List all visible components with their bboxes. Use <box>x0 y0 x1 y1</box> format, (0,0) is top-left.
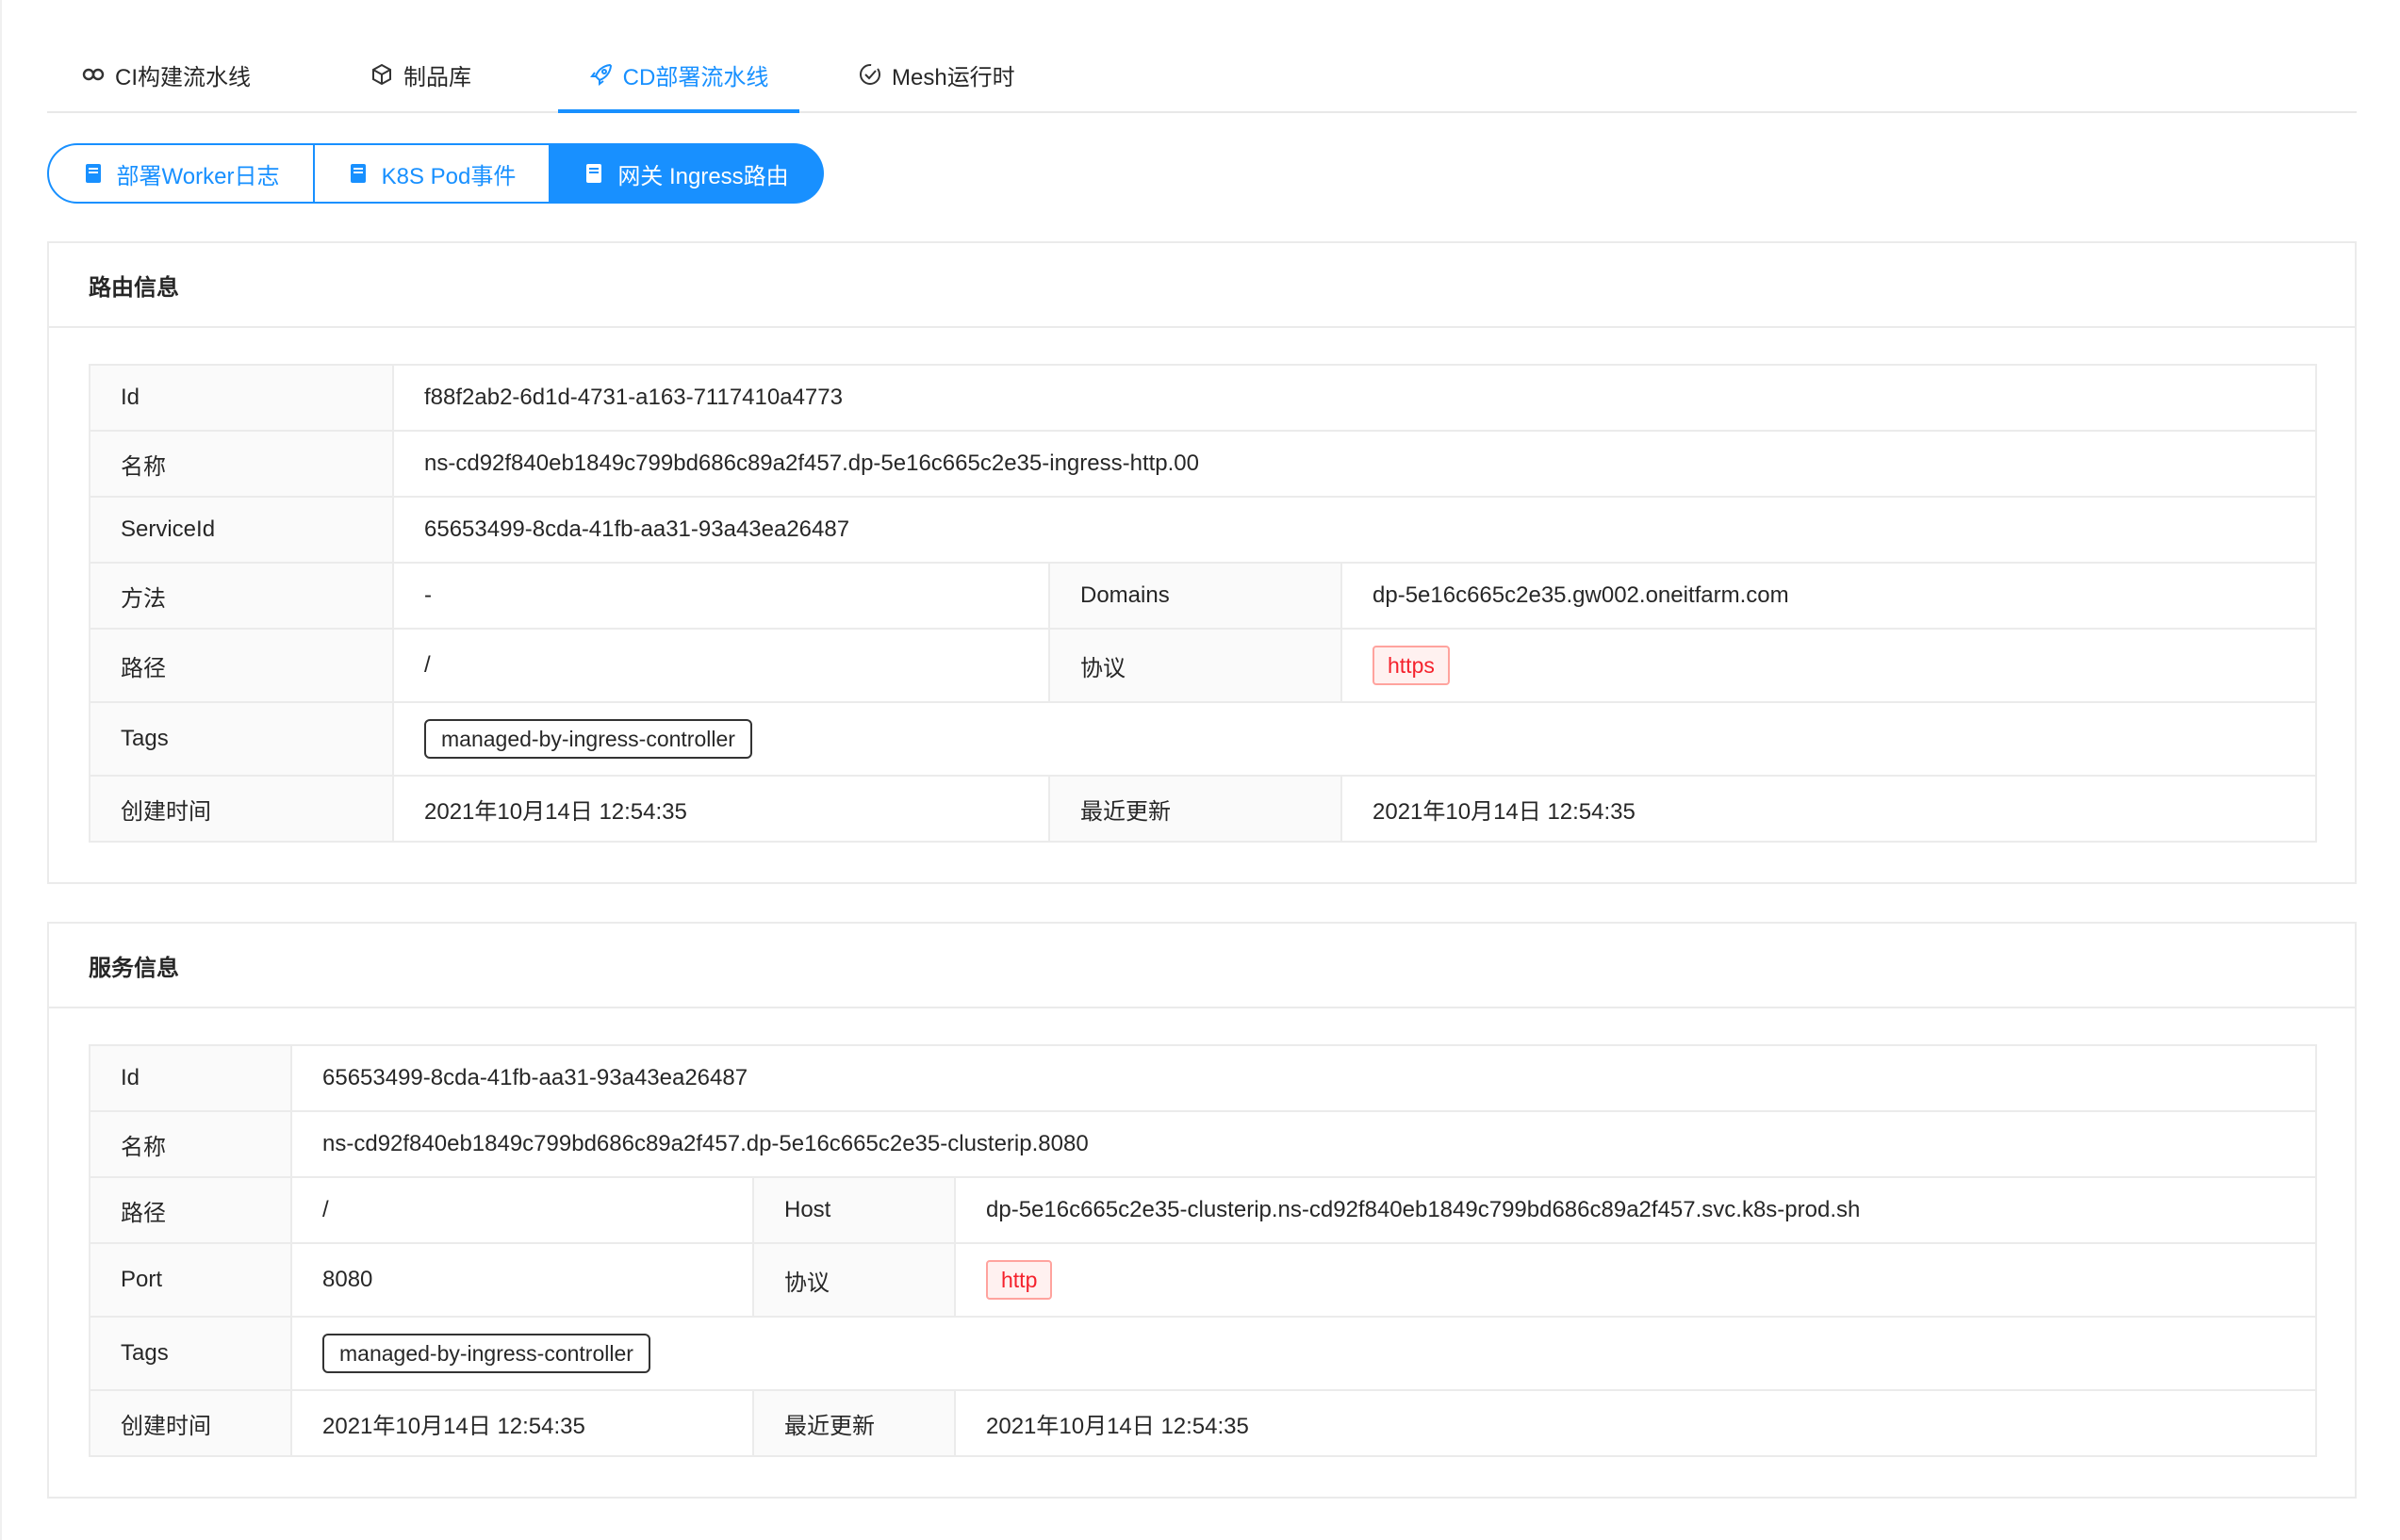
tag-chip: managed-by-ingress-controller <box>322 1334 650 1373</box>
table-row: 路径 / 协议 https <box>89 628 2317 703</box>
service-path-label: 路径 <box>89 1176 292 1244</box>
segment-worker-log[interactable]: 部署Worker日志 <box>47 143 315 204</box>
service-info-title: 服务信息 <box>49 924 2355 1008</box>
route-method-label: 方法 <box>89 562 394 630</box>
route-info-table: Id f88f2ab2-6d1d-4731-a163-7117410a4773 … <box>89 364 2317 843</box>
segment-k8s-pod-events[interactable]: K8S Pod事件 <box>315 143 551 204</box>
route-protocol-cell: https <box>1340 628 2317 703</box>
route-created-value: 2021年10月14日 12:54:35 <box>392 775 1050 843</box>
service-host-value: dp-5e16c665c2e35-clusterip.ns-cd92f840eb… <box>954 1176 2317 1244</box>
tab-ci-pipeline[interactable]: CI构建流水线 <box>47 38 271 111</box>
table-row: Tags managed-by-ingress-controller <box>89 701 2317 777</box>
table-row: Id f88f2ab2-6d1d-4731-a163-7117410a4773 <box>89 364 2317 432</box>
tab-artifact-label: 制品库 <box>403 64 471 90</box>
left-divider <box>0 0 2 1540</box>
route-name-value: ns-cd92f840eb1849c799bd686c89a2f457.dp-5… <box>392 430 2317 498</box>
route-path-label: 路径 <box>89 628 394 703</box>
route-service-id-value: 65653499-8cda-41fb-aa31-93a43ea26487 <box>392 496 2317 564</box>
book-icon <box>350 164 366 183</box>
table-row: 方法 - Domains dp-5e16c665c2e35.gw002.onei… <box>89 562 2317 630</box>
segment-ingress-route-label: 网关 Ingress路由 <box>617 163 789 189</box>
service-port-label: Port <box>89 1242 292 1318</box>
tab-mesh-label: Mesh运行时 <box>892 64 1015 90</box>
table-row: ServiceId 65653499-8cda-41fb-aa31-93a43e… <box>89 496 2317 564</box>
cloud-link-icon <box>82 68 105 81</box>
service-id-value: 65653499-8cda-41fb-aa31-93a43ea26487 <box>290 1044 2317 1112</box>
segment-ingress-route[interactable]: 网关 Ingress路由 <box>551 143 824 204</box>
tab-mesh-runtime[interactable]: Mesh运行时 <box>858 38 1046 111</box>
route-name-label: 名称 <box>89 430 394 498</box>
table-row: 创建时间 2021年10月14日 12:54:35 最近更新 2021年10月1… <box>89 775 2317 843</box>
service-info-card: 服务信息 Id 65653499-8cda-41fb-aa31-93a43ea2… <box>47 922 2357 1499</box>
table-row: 路径 / Host dp-5e16c665c2e35-clusterip.ns-… <box>89 1176 2317 1244</box>
tab-cd-label: CD部署流水线 <box>622 64 769 90</box>
tab-ci-label: CI构建流水线 <box>115 64 251 90</box>
service-host-label: Host <box>752 1176 956 1244</box>
route-service-id-label: ServiceId <box>89 496 394 564</box>
service-tags-cell: managed-by-ingress-controller <box>290 1316 2317 1391</box>
segment-worker-log-label: 部署Worker日志 <box>116 163 280 189</box>
service-updated-label: 最近更新 <box>752 1389 956 1457</box>
table-row: 名称 ns-cd92f840eb1849c799bd686c89a2f457.d… <box>89 430 2317 498</box>
service-name-label: 名称 <box>89 1110 292 1178</box>
table-row: 名称 ns-cd92f840eb1849c799bd686c89a2f457.d… <box>89 1110 2317 1178</box>
top-tab-bar: CI构建流水线 制品库 CD部署流水线 Mesh运行时 <box>47 38 2357 113</box>
service-updated-value: 2021年10月14日 12:54:35 <box>954 1389 2317 1457</box>
table-row: 创建时间 2021年10月14日 12:54:35 最近更新 2021年10月1… <box>89 1389 2317 1457</box>
route-protocol-label: 协议 <box>1048 628 1342 703</box>
book-icon <box>85 164 101 183</box>
route-tags-label: Tags <box>89 701 394 777</box>
service-tags-label: Tags <box>89 1316 292 1391</box>
log-type-segment: 部署Worker日志 K8S Pod事件 网关 Ingress路由 <box>47 143 824 204</box>
segment-k8s-pod-events-label: K8S Pod事件 <box>381 163 517 189</box>
route-path-value: / <box>392 628 1050 703</box>
service-port-value: 8080 <box>290 1242 754 1318</box>
service-created-value: 2021年10月14日 12:54:35 <box>290 1389 754 1457</box>
page: CI构建流水线 制品库 CD部署流水线 Mesh运行时 部署Worker日志 K… <box>0 0 2400 1540</box>
rocket-icon <box>589 63 612 86</box>
service-protocol-label: 协议 <box>752 1242 956 1318</box>
service-path-value: / <box>290 1176 754 1244</box>
table-row: Port 8080 协议 http <box>89 1242 2317 1318</box>
service-created-label: 创建时间 <box>89 1389 292 1457</box>
check-circle-icon <box>860 64 880 85</box>
route-domains-value: dp-5e16c665c2e35.gw002.oneitfarm.com <box>1340 562 2317 630</box>
route-method-value: - <box>392 562 1050 630</box>
protocol-tag: https <box>1373 646 1450 685</box>
route-info-title: 路由信息 <box>49 243 2355 328</box>
route-id-value: f88f2ab2-6d1d-4731-a163-7117410a4773 <box>392 364 2317 432</box>
service-info-table: Id 65653499-8cda-41fb-aa31-93a43ea26487 … <box>89 1044 2317 1457</box>
table-row: Id 65653499-8cda-41fb-aa31-93a43ea26487 <box>89 1044 2317 1112</box>
book-icon <box>586 164 602 183</box>
route-id-label: Id <box>89 364 394 432</box>
table-row: Tags managed-by-ingress-controller <box>89 1316 2317 1391</box>
tab-artifact-repo[interactable]: 制品库 <box>370 38 558 111</box>
protocol-tag: http <box>986 1260 1053 1300</box>
route-info-card: 路由信息 Id f88f2ab2-6d1d-4731-a163-7117410a… <box>47 241 2357 884</box>
cube-icon <box>372 63 391 86</box>
route-updated-label: 最近更新 <box>1048 775 1342 843</box>
route-updated-value: 2021年10月14日 12:54:35 <box>1340 775 2317 843</box>
service-protocol-cell: http <box>954 1242 2317 1318</box>
route-domains-label: Domains <box>1048 562 1342 630</box>
route-tags-cell: managed-by-ingress-controller <box>392 701 2317 777</box>
service-name-value: ns-cd92f840eb1849c799bd686c89a2f457.dp-5… <box>290 1110 2317 1178</box>
route-created-label: 创建时间 <box>89 775 394 843</box>
tag-chip: managed-by-ingress-controller <box>424 719 752 759</box>
service-id-label: Id <box>89 1044 292 1112</box>
tab-cd-pipeline[interactable]: CD部署流水线 <box>558 38 799 113</box>
